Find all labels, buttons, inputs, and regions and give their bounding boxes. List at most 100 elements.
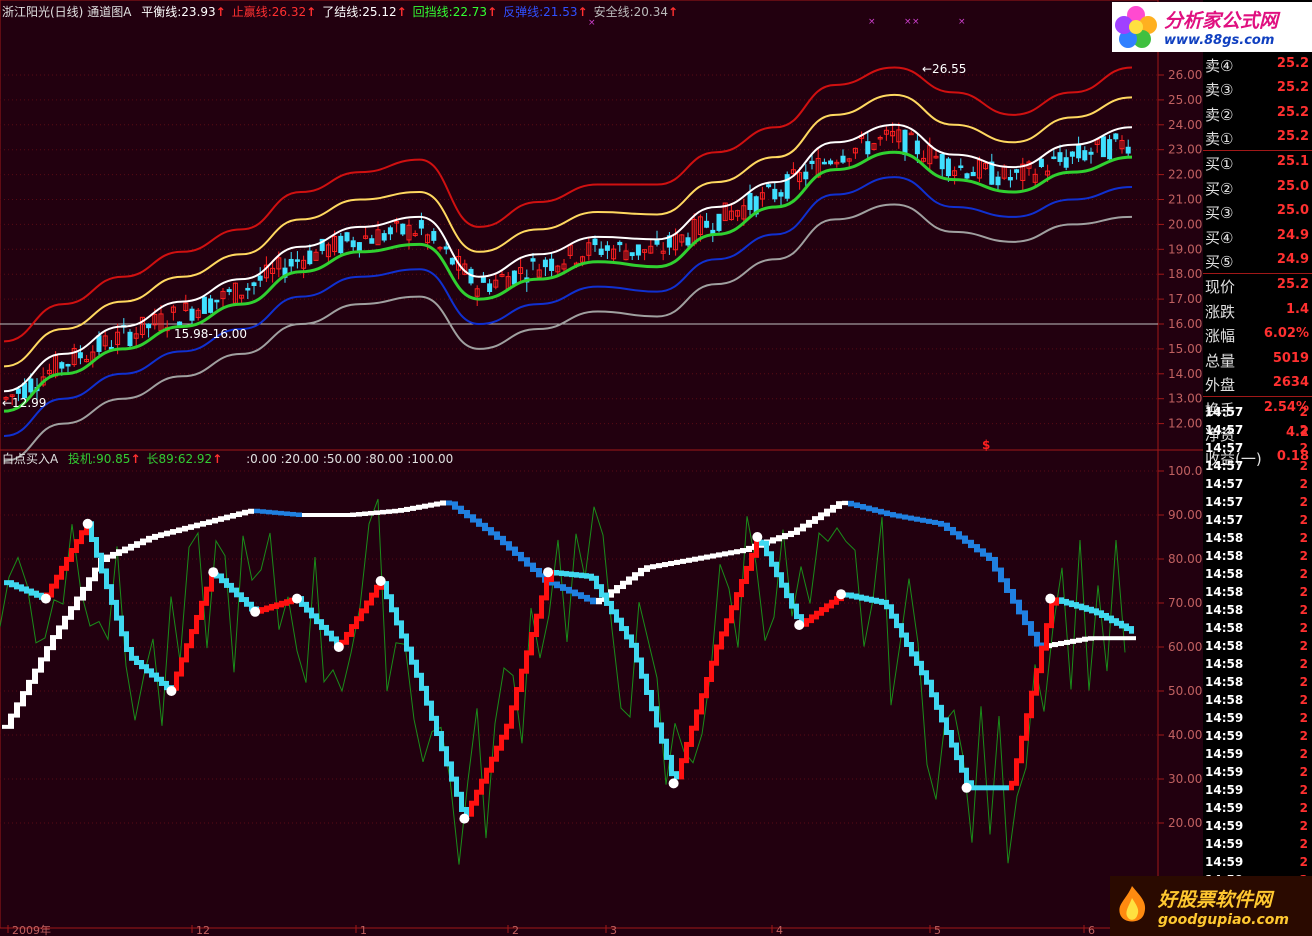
quote-label: 卖④ bbox=[1205, 56, 1234, 75]
chart-canvas[interactable]: 26.00 25.00 24.00 23.00 22.00 21.00 20.00 19.00… bbox=[0, 0, 1312, 936]
short-line-step bbox=[739, 579, 744, 598]
long-line-step bbox=[1112, 636, 1118, 641]
candle-body bbox=[245, 287, 251, 291]
short-line-step bbox=[1029, 690, 1034, 719]
chart-stage[interactable]: 26.00 25.00 24.00 23.00 22.00 21.00 20.00 19.00… bbox=[0, 0, 1312, 936]
signal-mark: × bbox=[588, 18, 596, 28]
long-line-step bbox=[716, 552, 722, 558]
buy-point-dot bbox=[375, 576, 386, 586]
long-line-step bbox=[1118, 636, 1124, 641]
short-line-step bbox=[964, 767, 969, 786]
tick-row: 14:58 2 bbox=[1205, 675, 1311, 693]
candle-body bbox=[1038, 158, 1044, 168]
short-line-step bbox=[559, 570, 564, 577]
long-line-step bbox=[200, 521, 206, 527]
buy-point-dot bbox=[250, 606, 261, 617]
candle-body bbox=[1051, 156, 1057, 160]
candle-body bbox=[226, 289, 232, 293]
candle-body bbox=[704, 220, 710, 228]
candle-body bbox=[338, 235, 344, 254]
short-line-step bbox=[219, 573, 224, 584]
quote-value: 25.2 bbox=[1276, 80, 1309, 95]
long-line-step bbox=[8, 713, 14, 729]
long-line-step bbox=[266, 509, 272, 515]
candle-body bbox=[443, 246, 449, 250]
short-line-step bbox=[244, 597, 249, 607]
tick-row: 14:57 2 bbox=[1205, 495, 1311, 513]
quote-value: 25.1 bbox=[1276, 154, 1309, 169]
axes-group bbox=[0, 0, 1203, 933]
x-tick-label: 4 bbox=[776, 924, 783, 936]
up-arrow-icon: ↑ bbox=[212, 452, 223, 466]
long-line-step bbox=[860, 504, 866, 510]
short-line-step bbox=[344, 631, 349, 645]
long-line-step bbox=[128, 543, 134, 551]
short-line-step bbox=[144, 664, 149, 674]
long-line-step bbox=[194, 522, 200, 529]
dollar-mark: $ bbox=[982, 438, 991, 452]
long-line-step bbox=[554, 581, 560, 589]
short-line-step bbox=[814, 610, 819, 620]
candle-body bbox=[251, 282, 257, 287]
band-line-0 bbox=[3, 66, 1133, 343]
short-line-step bbox=[269, 603, 274, 611]
short-line-step bbox=[569, 571, 574, 578]
long-line-step bbox=[212, 517, 218, 524]
candle-body bbox=[350, 240, 356, 248]
short-line-step bbox=[719, 631, 724, 650]
short-line-step bbox=[854, 593, 859, 600]
quote-label: 买③ bbox=[1205, 204, 1234, 222]
short-line-step bbox=[159, 676, 164, 686]
quote-label: 买⑤ bbox=[1205, 253, 1234, 271]
short-line-step bbox=[264, 605, 269, 613]
short-line-step bbox=[199, 600, 204, 620]
band-line-3 bbox=[3, 150, 1133, 413]
short-line-step bbox=[499, 734, 504, 751]
long-line-step bbox=[902, 514, 908, 520]
tick-row: 14:58 2 bbox=[1205, 621, 1311, 639]
short-line-step bbox=[69, 548, 74, 562]
tick-volume: 2 bbox=[1299, 513, 1308, 527]
short-line-step bbox=[809, 614, 814, 624]
indicator-value-1: 长89:62.92 bbox=[146, 452, 213, 466]
long-line-step bbox=[206, 519, 212, 526]
short-line-step bbox=[434, 715, 439, 737]
tick-volume: 2 bbox=[1299, 675, 1308, 689]
short-line-step bbox=[824, 603, 829, 613]
tick-time: 14:58 bbox=[1205, 639, 1244, 653]
long-line-step bbox=[344, 513, 350, 517]
long-line-step bbox=[410, 505, 416, 511]
short-line-step bbox=[654, 706, 659, 728]
long-line-step bbox=[806, 519, 812, 528]
short-line-step bbox=[1124, 623, 1129, 632]
short-line-step bbox=[204, 586, 209, 606]
short-line-step bbox=[534, 613, 539, 638]
candle-body bbox=[344, 232, 350, 242]
short-line-step bbox=[114, 599, 119, 621]
top-tick-label: 23.00 bbox=[1168, 143, 1202, 157]
top-indicator-name: 通道图A bbox=[87, 5, 132, 19]
long-line-step bbox=[158, 532, 164, 538]
long-line-step bbox=[380, 509, 386, 515]
candle-body bbox=[865, 141, 871, 155]
short-line-step bbox=[519, 668, 524, 693]
candle-body bbox=[828, 160, 834, 165]
candle-body bbox=[257, 275, 263, 281]
long-line-step bbox=[74, 596, 80, 611]
long-line-step bbox=[356, 512, 362, 517]
short-line-step bbox=[619, 617, 624, 632]
tick-row: 14:58 2 bbox=[1205, 549, 1311, 567]
quote-label: 卖③ bbox=[1205, 81, 1234, 99]
long-line-step bbox=[530, 562, 536, 572]
long-line-step bbox=[776, 535, 782, 542]
short-line-step bbox=[59, 565, 64, 580]
long-line-step bbox=[272, 510, 278, 515]
short-line-step bbox=[154, 672, 159, 682]
up-arrow-icon: ↑ bbox=[577, 5, 588, 19]
candle-body bbox=[821, 161, 827, 165]
long-line-step bbox=[1052, 642, 1058, 648]
tick-row: 14:58 2 bbox=[1205, 639, 1311, 657]
indicator-value-0: 平衡线:23.93 bbox=[141, 5, 216, 19]
top-tick-label: 17.00 bbox=[1168, 292, 1202, 306]
buy-point-dot bbox=[40, 593, 51, 604]
